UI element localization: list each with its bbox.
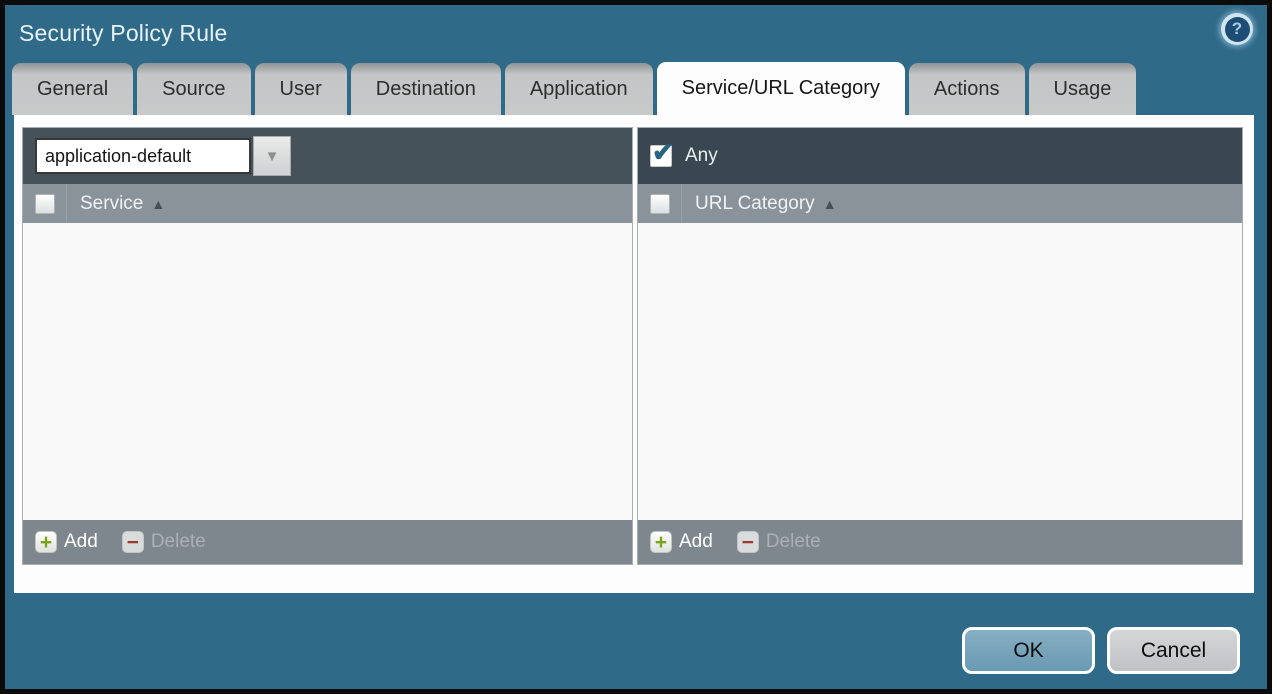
delete-button-label: Delete <box>151 531 206 553</box>
url-category-column-header[interactable]: URL Category <box>695 193 815 215</box>
plus-icon: + <box>35 531 57 553</box>
any-checkbox[interactable]: ✔ <box>650 145 672 167</box>
service-list-body[interactable] <box>23 223 632 520</box>
tab-usage[interactable]: Usage <box>1029 63 1137 115</box>
service-add-button[interactable]: + Add <box>35 531 98 553</box>
dialog-action-buttons: OK Cancel <box>962 627 1240 674</box>
url-category-delete-button[interactable]: − Delete <box>737 531 821 553</box>
url-category-toolbar: ✔ Any <box>638 128 1242 184</box>
service-toolbar: ▼ <box>23 128 632 184</box>
service-column-header[interactable]: Service <box>80 193 143 215</box>
cancel-button[interactable]: Cancel <box>1107 627 1240 674</box>
service-panel: ▼ Service ▲ + Add − <box>22 127 633 565</box>
tab-source[interactable]: Source <box>137 63 250 115</box>
chevron-down-icon: ▼ <box>265 149 280 164</box>
column-divider <box>681 184 682 223</box>
service-select-all-checkbox[interactable] <box>35 194 55 214</box>
url-category-table-header: URL Category ▲ <box>638 184 1242 223</box>
service-type-combobox: ▼ <box>35 136 291 176</box>
add-button-label: Add <box>679 531 713 553</box>
service-type-input[interactable] <box>35 138 251 174</box>
sort-ascending-icon[interactable]: ▲ <box>151 196 165 212</box>
sort-ascending-icon[interactable]: ▲ <box>823 196 837 212</box>
tab-bar: General Source User Destination Applicat… <box>12 62 1260 115</box>
plus-icon: + <box>650 531 672 553</box>
dialog-title: Security Policy Rule <box>19 20 228 47</box>
url-category-footer: + Add − Delete <box>638 520 1242 564</box>
column-divider <box>66 184 67 223</box>
url-category-add-button[interactable]: + Add <box>650 531 713 553</box>
checkmark-icon: ✔ <box>652 137 674 168</box>
any-checkbox-label: Any <box>685 145 718 167</box>
service-delete-button[interactable]: − Delete <box>122 531 206 553</box>
url-category-select-all-checkbox[interactable] <box>650 194 670 214</box>
title-bar: Security Policy Rule ? <box>5 5 1267 62</box>
ok-button[interactable]: OK <box>962 627 1095 674</box>
tab-general[interactable]: General <box>12 63 133 115</box>
minus-icon: − <box>737 531 759 553</box>
tab-application[interactable]: Application <box>505 63 653 115</box>
tab-destination[interactable]: Destination <box>351 63 501 115</box>
tab-user[interactable]: User <box>255 63 347 115</box>
security-policy-rule-dialog: Security Policy Rule ? General Source Us… <box>5 5 1267 689</box>
tab-actions[interactable]: Actions <box>909 63 1025 115</box>
tab-service-url-category[interactable]: Service/URL Category <box>657 62 905 115</box>
minus-icon: − <box>122 531 144 553</box>
tab-content: ▼ Service ▲ + Add − <box>14 115 1254 593</box>
service-table-header: Service ▲ <box>23 184 632 223</box>
delete-button-label: Delete <box>766 531 821 553</box>
service-footer: + Add − Delete <box>23 520 632 564</box>
url-category-list-body[interactable] <box>638 223 1242 520</box>
service-type-dropdown-button[interactable]: ▼ <box>253 136 291 176</box>
add-button-label: Add <box>64 531 98 553</box>
help-icon[interactable]: ? <box>1221 13 1253 45</box>
screenshot-root: Security Policy Rule ? General Source Us… <box>0 0 1272 694</box>
url-category-panel: ✔ Any URL Category ▲ + Add <box>637 127 1243 565</box>
question-mark-icon: ? <box>1225 17 1250 42</box>
